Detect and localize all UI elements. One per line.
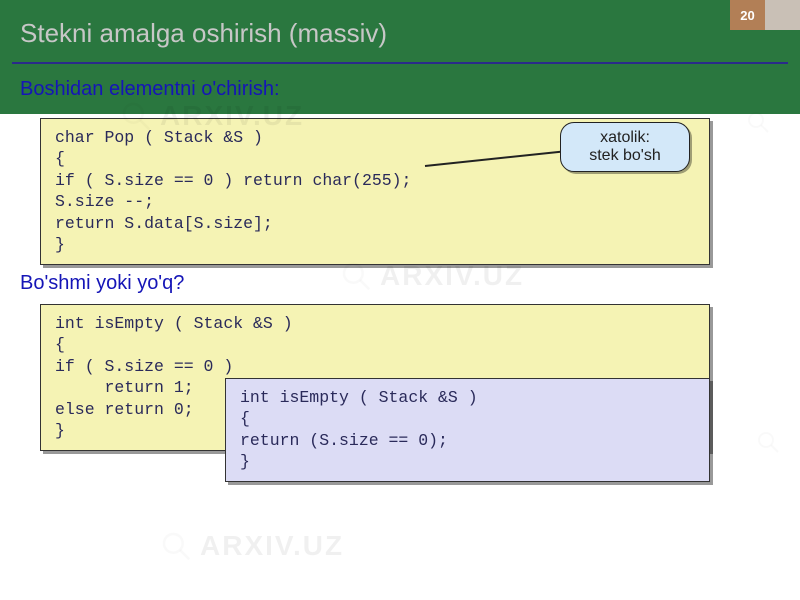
callout-text-line2: stek bo'sh xyxy=(569,147,681,165)
slide-title: Stekni amalga oshirish (massiv) xyxy=(20,18,387,49)
watermark-text: ARXIV.UZ xyxy=(380,260,524,292)
section-heading-isempty: Bo'shmi yoki yo'q? xyxy=(20,272,184,295)
watermark: ARXIV.UZ xyxy=(340,260,524,292)
watermark: ARXIV.UZ xyxy=(160,530,344,562)
error-callout: xatolik: stek bo'sh xyxy=(560,122,690,172)
callout-text-line1: xatolik: xyxy=(569,129,681,147)
section-heading-remove: Boshidan elementni o'chirish: xyxy=(20,78,280,101)
code-block-isempty-short: int isEmpty ( Stack &S ) { return (S.siz… xyxy=(225,378,710,482)
magnifier-icon xyxy=(756,430,780,454)
watermark xyxy=(756,430,780,454)
magnifier-icon xyxy=(160,530,192,562)
magnifier-icon xyxy=(340,260,372,292)
page-number: 20 xyxy=(730,0,765,30)
header-side-strip xyxy=(765,0,800,30)
title-underline xyxy=(12,62,788,64)
watermark-text: ARXIV.UZ xyxy=(200,530,344,562)
